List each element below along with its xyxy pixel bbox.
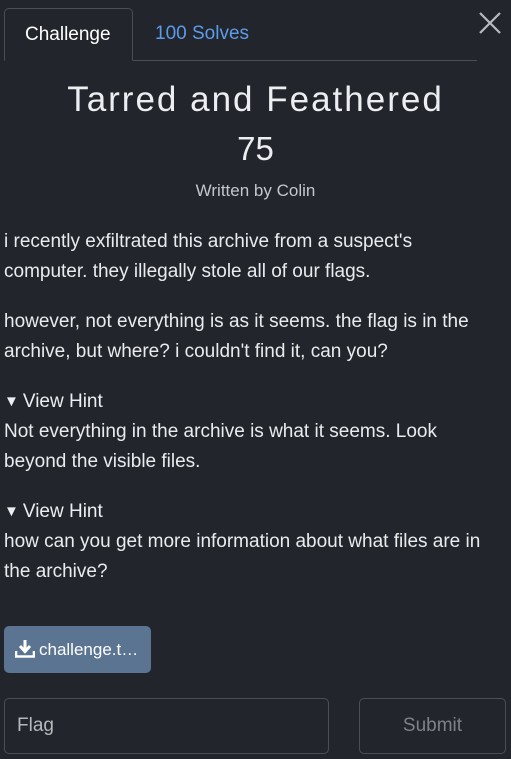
challenge-points: 75 — [237, 130, 274, 167]
tab-challenge[interactable]: Challenge — [4, 8, 133, 61]
view-hint-label: View Hint — [22, 501, 103, 522]
tab-solves[interactable]: 100 Solves — [135, 8, 269, 60]
view-hint-label: View Hint — [22, 391, 103, 412]
file-name: challenge.t… — [39, 640, 139, 659]
hint-text: how can you get more information about w… — [4, 531, 481, 582]
hint-block: ▼ View Hint how can you get more informat… — [4, 497, 494, 587]
flag-input[interactable] — [4, 698, 329, 754]
download-file-button[interactable]: challenge.t… — [4, 626, 151, 673]
hint-block: ▼ View Hint Not everything in the archive… — [4, 387, 494, 477]
challenge-title: Tarred and Feathered — [67, 80, 444, 119]
description-paragraph: i recently exfiltrated this archive from… — [4, 231, 413, 282]
close-icon[interactable] — [477, 10, 503, 36]
description-paragraph: however, not everything is as it seems. … — [4, 311, 469, 362]
tab-bar: Challenge 100 Solves — [4, 8, 477, 61]
submit-button[interactable]: Submit — [359, 698, 506, 754]
download-icon — [15, 640, 35, 658]
view-hint-toggle[interactable]: ▼ View Hint — [4, 387, 494, 417]
challenge-modal: Challenge 100 Solves Tarred and Feathere… — [0, 0, 511, 759]
triangle-down-icon: ▼ — [4, 503, 19, 520]
hint-text: Not everything in the archive is what it… — [4, 421, 437, 472]
triangle-down-icon: ▼ — [4, 393, 19, 410]
view-hint-toggle[interactable]: ▼ View Hint — [4, 497, 494, 527]
challenge-author: Written by Colin — [195, 181, 316, 200]
